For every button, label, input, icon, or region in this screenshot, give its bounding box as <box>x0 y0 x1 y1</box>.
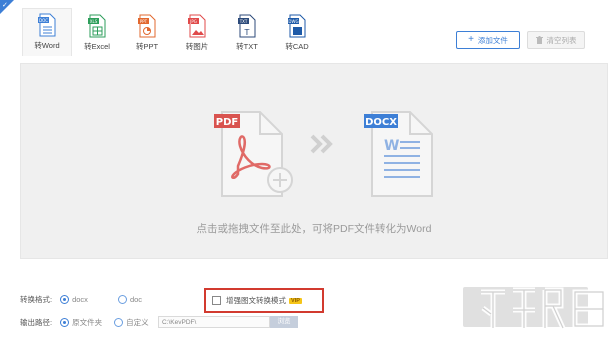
file-drop-zone[interactable]: PDF DOCX W 点击或拖拽文件至此处，可将PDF文件转化为Word <box>20 63 608 259</box>
output-label: 输出路径: <box>20 317 53 327</box>
svg-text:PPT: PPT <box>140 19 148 24</box>
clear-list-button[interactable]: 清空列表 <box>527 31 585 49</box>
tab-cad[interactable]: DWG 转CAD <box>272 10 322 56</box>
output-option-label: 自定义 <box>126 317 149 327</box>
format-option-doc[interactable]: doc <box>117 294 143 304</box>
svg-text:DWG: DWG <box>288 19 298 24</box>
radio-docx[interactable] <box>60 294 70 304</box>
enhance-label: 增强图文转换模式 <box>226 296 286 305</box>
format-option-label: docx <box>72 294 88 304</box>
tab-label: 转图片 <box>185 42 209 51</box>
pdf-badge: PDF <box>216 117 238 128</box>
svg-text:XLS: XLS <box>90 19 98 24</box>
radio-custom[interactable] <box>114 317 124 327</box>
format-option-docx[interactable]: docx <box>60 294 88 304</box>
tab-ppt[interactable]: PPT 转PPT <box>122 10 172 56</box>
format-row: 转换格式: docx doc <box>20 291 142 307</box>
svg-text:JPG: JPG <box>189 19 197 24</box>
tab-word[interactable]: DOC 转Word <box>22 8 72 56</box>
docx-file-icon: DOCX W <box>364 111 433 197</box>
output-option-label: 原文件夹 <box>72 317 103 327</box>
svg-text:TXT: TXT <box>239 19 248 24</box>
tab-excel[interactable]: XLS 转Excel <box>72 10 122 56</box>
tab-label: 转Word <box>34 41 60 50</box>
tab-label: 转PPT <box>135 42 159 51</box>
image-icon: JPG <box>188 14 206 38</box>
svg-text:T: T <box>244 28 250 37</box>
word-letter-icon: W <box>384 138 399 154</box>
txt-icon: TXT T <box>238 14 256 38</box>
word-icon: DOC <box>38 13 56 37</box>
tab-label: 转TXT <box>236 42 258 51</box>
ppt-icon: PPT <box>138 14 156 38</box>
conversion-tabs: ✓ DOC 转Word XLS 转Excel PPT 转PPT JPG 转图片 … <box>0 0 613 56</box>
cad-icon: DWG <box>288 14 306 38</box>
tab-txt[interactable]: TXT T 转TXT <box>222 10 272 56</box>
svg-text:DOC: DOC <box>39 18 48 23</box>
tab-image[interactable]: JPG 转图片 <box>172 10 222 56</box>
tab-label: 转CAD <box>285 42 309 51</box>
browse-button[interactable]: 浏览 <box>270 316 298 328</box>
vip-badge: VIP <box>289 297 302 304</box>
drop-hint-text: 点击或拖拽文件至此处，可将PDF文件转化为Word <box>196 223 432 235</box>
output-option-original[interactable]: 原文件夹 <box>60 317 102 328</box>
output-path-field[interactable]: C:\KevPDF\ <box>158 316 270 328</box>
add-file-label: 添加文件 <box>477 35 508 45</box>
format-label: 转换格式: <box>20 294 53 304</box>
check-icon: ✓ <box>2 2 8 9</box>
docx-badge: DOCX <box>365 117 397 128</box>
format-option-label: doc <box>129 294 143 304</box>
radio-original-folder[interactable] <box>60 317 70 327</box>
enhance-checkbox[interactable] <box>212 296 221 305</box>
pdf-file-icon: PDF <box>214 111 293 197</box>
double-chevron-icon <box>310 134 333 154</box>
clear-list-label: 清空列表 <box>546 35 577 45</box>
output-option-custom[interactable]: 自定义 <box>114 317 149 328</box>
tab-label: 转Excel <box>84 42 110 51</box>
plus-icon: + <box>468 34 474 45</box>
trash-icon <box>535 36 543 44</box>
add-file-button[interactable]: + 添加文件 <box>456 31 520 49</box>
watermark-logo <box>481 287 606 330</box>
excel-icon: XLS <box>88 14 106 38</box>
output-row: 输出路径: 原文件夹 自定义 <box>20 314 149 330</box>
radio-doc[interactable] <box>117 294 127 304</box>
enhance-mode-option[interactable]: 增强图文转换模式 VIP <box>204 288 324 313</box>
